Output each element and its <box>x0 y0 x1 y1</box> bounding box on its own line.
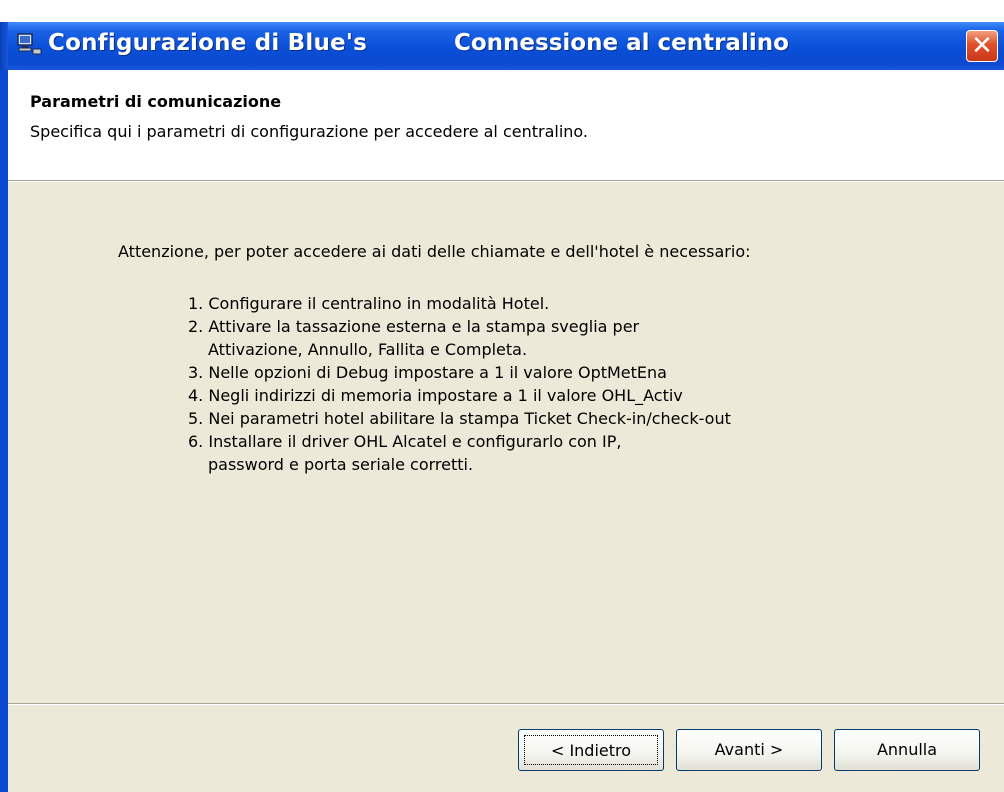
intro-text: Attenzione, per poter accedere ai dati d… <box>118 242 751 261</box>
page-subtitle: Specifica qui i parametri di configurazi… <box>30 122 589 141</box>
close-icon: ✕ <box>971 31 993 61</box>
wizard-window: Configurazione di Blue's Connessione al … <box>0 0 1004 792</box>
computer-icon <box>17 33 42 55</box>
window-frame-left-edge <box>0 70 8 792</box>
title-bar[interactable]: Configurazione di Blue's Connessione al … <box>0 22 1004 70</box>
list-item: 1. Configurare il centralino in modalità… <box>188 294 550 313</box>
page-title: Parametri di comunicazione <box>30 92 282 111</box>
window-title: Configurazione di Blue's <box>48 30 367 56</box>
next-button[interactable]: Avanti > <box>676 729 822 771</box>
list-item: 4. Negli indirizzi di memoria impostare … <box>188 386 683 405</box>
list-item: 3. Nelle opzioni di Debug impostare a 1 … <box>188 363 667 382</box>
steps-list: 1. Configurare il centralino in modalità… <box>188 292 731 476</box>
step-title: Connessione al centralino <box>454 30 789 56</box>
wizard-body: Attenzione, per poter accedere ai dati d… <box>8 182 1004 792</box>
wizard-header: Parametri di comunicazione Specifica qui… <box>8 70 1004 180</box>
footer-divider <box>8 703 1004 705</box>
close-button[interactable]: ✕ <box>966 30 998 62</box>
list-item: 5. Nei parametri hotel abilitare la stam… <box>188 409 731 428</box>
back-button[interactable]: < Indietro <box>518 729 664 771</box>
list-item: Attivazione, Annullo, Fallita e Completa… <box>208 340 528 359</box>
back-button-label: < Indietro <box>524 735 658 765</box>
list-item: 6. Installare il driver OHL Alcatel e co… <box>188 432 622 451</box>
cancel-button[interactable]: Annulla <box>834 729 980 771</box>
list-item: password e porta seriale corretti. <box>208 455 474 474</box>
window-frame-left <box>0 22 8 70</box>
list-item: 2. Attivare la tassazione esterna e la s… <box>188 317 640 336</box>
